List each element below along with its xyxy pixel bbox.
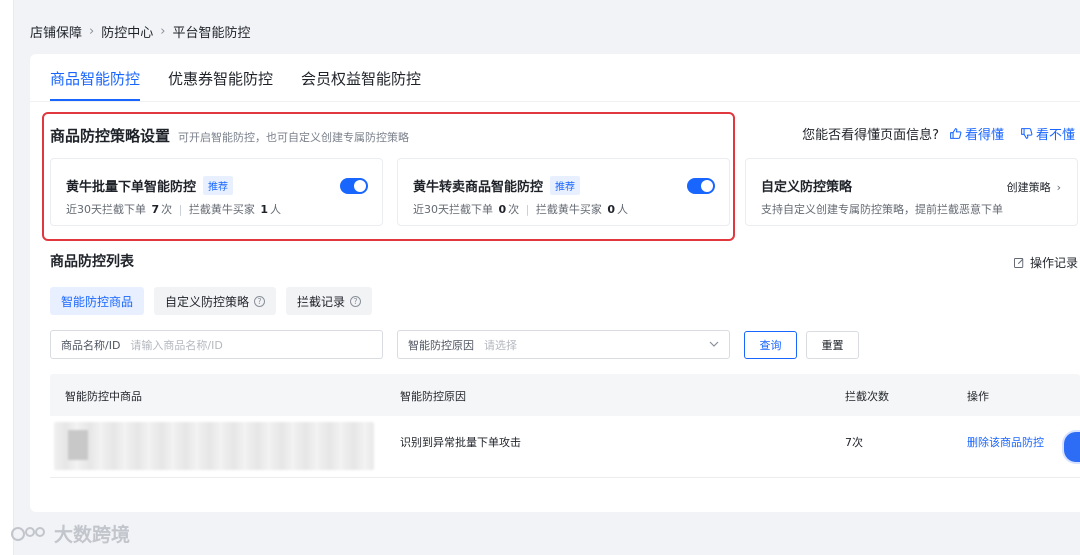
subtab-custom-strategy[interactable]: 自定义防控策略? bbox=[154, 287, 277, 315]
tab-coupon-protection[interactable]: 优惠券智能防控 bbox=[168, 68, 273, 101]
table-header: 智能防控中商品 智能防控原因 拦截次数 操作 bbox=[50, 374, 1080, 416]
list-subtabs: 智能防控商品 自定义防控策略? 拦截记录? bbox=[50, 287, 373, 315]
left-sidebar-strip bbox=[0, 0, 14, 555]
stat-label: 近30天拦截下单 bbox=[413, 203, 493, 216]
stat-buyer-count: 1 bbox=[260, 203, 269, 216]
breadcrumb-item-store-protection[interactable]: 店铺保障 bbox=[30, 22, 82, 41]
stat-intercept-count: 7 bbox=[151, 203, 160, 216]
chevron-right-icon: › bbox=[160, 24, 166, 39]
subtab-label: 拦截记录 bbox=[297, 294, 346, 309]
breadcrumb-item-current: 平台智能防控 bbox=[172, 26, 251, 41]
stat-label: 拦截黄牛买家 bbox=[188, 203, 255, 216]
feedback-bar: 您能否看得懂页面信息? 看得懂 看不懂 bbox=[802, 124, 1075, 143]
field-placeholder: 请输入商品名称/ID bbox=[130, 338, 223, 352]
subtab-intercept-records[interactable]: 拦截记录? bbox=[286, 287, 373, 315]
strategy-section-header: 商品防控策略设置 可开启智能防控，也可自定义创建专属防控策略 bbox=[50, 125, 409, 146]
strategy-title: 商品防控策略设置 bbox=[50, 127, 171, 145]
help-icon: ? bbox=[350, 295, 362, 307]
card-title: 自定义防控策略 bbox=[761, 180, 853, 195]
stat-intercept-count: 0 bbox=[498, 203, 507, 216]
feedback-question: 您能否看得懂页面信息? bbox=[802, 128, 939, 143]
stat-unit: 次 bbox=[508, 203, 520, 216]
custom-card-desc: 支持自定义创建专属防控策略，提前拦截恶意下单 bbox=[761, 203, 1003, 216]
thumbs-down-icon bbox=[1021, 128, 1033, 139]
subtab-smart-products[interactable]: 智能防控商品 bbox=[50, 287, 145, 315]
card-stats: 近30天拦截下单 0次 | 拦截黄牛买家 0人 bbox=[413, 201, 628, 217]
product-thumbnail bbox=[68, 430, 88, 460]
operation-log-button[interactable]: 操作记录 bbox=[1013, 254, 1078, 271]
tab-divider bbox=[30, 101, 1080, 102]
divider: | bbox=[525, 203, 530, 216]
row-count: 7次 bbox=[845, 436, 863, 449]
create-strategy-label: 创建策略 bbox=[1006, 181, 1051, 194]
stat-label: 拦截黄牛买家 bbox=[535, 203, 602, 216]
breadcrumb: 店铺保障 › 防控中心 › 平台智能防控 bbox=[30, 22, 250, 41]
column-header: 智能防控原因 bbox=[400, 390, 466, 403]
floating-assistant-button[interactable] bbox=[1064, 432, 1080, 462]
stat-label: 近30天拦截下单 bbox=[66, 203, 146, 216]
field-label: 智能防控原因 bbox=[408, 338, 474, 352]
thumbs-up-icon bbox=[950, 128, 962, 139]
column-header: 智能防控中商品 bbox=[65, 390, 142, 403]
chevron-right-icon: › bbox=[1056, 180, 1061, 194]
card-title-row: 黄牛转卖商品智能防控 推荐 bbox=[413, 176, 581, 195]
main-panel: 商品智能防控 优惠券智能防控 会员权益智能防控 商品防控策略设置 可开启智能防控… bbox=[30, 54, 1080, 512]
subtab-label: 自定义防控策略 bbox=[165, 294, 250, 309]
card-title: 黄牛批量下单智能防控 bbox=[66, 180, 197, 195]
feedback-no-label: 看不懂 bbox=[1035, 128, 1075, 143]
stat-unit: 人 bbox=[617, 203, 629, 216]
card-title: 黄牛转卖商品智能防控 bbox=[413, 180, 544, 195]
recommend-badge: 推荐 bbox=[203, 176, 234, 195]
table-row: 识别到异常批量下单攻击 7次 删除该商品防控 bbox=[50, 416, 1080, 478]
strategy-card-resale: 黄牛转卖商品智能防控 推荐 近30天拦截下单 0次 | 拦截黄牛买家 0人 bbox=[397, 158, 730, 226]
divider: | bbox=[178, 203, 183, 216]
recommend-badge: 推荐 bbox=[550, 176, 581, 195]
bulk-order-protection-toggle[interactable] bbox=[340, 178, 368, 194]
chevron-down-icon bbox=[709, 341, 719, 347]
tab-member-protection[interactable]: 会员权益智能防控 bbox=[301, 68, 421, 101]
strategy-card-bulk-order: 黄牛批量下单智能防控 推荐 近30天拦截下单 7次 | 拦截黄牛买家 1人 bbox=[50, 158, 383, 226]
watermark-text: 大数跨境 bbox=[54, 524, 131, 546]
custom-strategy-card[interactable]: 自定义防控策略 创建策略 › 支持自定义创建专属防控策略，提前拦截恶意下单 bbox=[745, 158, 1078, 226]
watermark: 大数跨境 bbox=[10, 520, 130, 547]
operation-log-label: 操作记录 bbox=[1029, 256, 1078, 270]
card-title-row: 黄牛批量下单智能防控 推荐 bbox=[66, 176, 234, 195]
product-protection-table: 智能防控中商品 智能防控原因 拦截次数 操作 识别到异常批量下单攻击 7次 删除… bbox=[50, 374, 1080, 478]
stat-buyer-count: 0 bbox=[607, 203, 616, 216]
delete-protection-link[interactable]: 删除该商品防控 bbox=[967, 434, 1044, 450]
row-reason: 识别到异常批量下单攻击 bbox=[400, 436, 521, 449]
reason-select[interactable]: 智能防控原因 请选择 bbox=[397, 330, 730, 359]
card-title-row: 自定义防控策略 bbox=[761, 176, 852, 195]
stat-unit: 人 bbox=[270, 203, 282, 216]
resale-protection-toggle[interactable] bbox=[687, 178, 715, 194]
tab-bar: 商品智能防控 优惠券智能防控 会员权益智能防控 bbox=[50, 68, 421, 101]
product-search-input[interactable]: 商品名称/ID 请输入商品名称/ID bbox=[50, 330, 383, 359]
strategy-subtitle: 可开启智能防控，也可自定义创建专属防控策略 bbox=[178, 131, 410, 144]
column-header: 拦截次数 bbox=[845, 390, 889, 403]
field-label: 商品名称/ID bbox=[61, 338, 121, 352]
feedback-yes-label: 看得懂 bbox=[964, 128, 1004, 143]
stat-unit: 次 bbox=[161, 203, 173, 216]
field-placeholder: 请选择 bbox=[484, 338, 517, 352]
feedback-understand-button[interactable]: 看得懂 bbox=[949, 124, 1004, 143]
list-title: 商品防控列表 bbox=[50, 254, 134, 270]
chevron-right-icon: › bbox=[89, 24, 95, 39]
edit-note-icon bbox=[1013, 257, 1024, 268]
breadcrumb-item-risk-center[interactable]: 防控中心 bbox=[101, 22, 153, 41]
watermark-logo-icon bbox=[11, 526, 45, 541]
column-header: 操作 bbox=[967, 390, 989, 403]
reset-button[interactable]: 重置 bbox=[806, 331, 859, 359]
card-stats: 近30天拦截下单 7次 | 拦截黄牛买家 1人 bbox=[66, 201, 281, 217]
feedback-not-understand-button[interactable]: 看不懂 bbox=[1020, 124, 1075, 143]
tab-product-protection[interactable]: 商品智能防控 bbox=[50, 68, 141, 101]
subtab-label: 智能防控商品 bbox=[61, 294, 134, 309]
create-strategy-link[interactable]: 创建策略 › bbox=[1007, 179, 1061, 195]
help-icon: ? bbox=[254, 295, 266, 307]
blurred-product-image bbox=[54, 422, 374, 470]
query-button[interactable]: 查询 bbox=[744, 331, 797, 359]
